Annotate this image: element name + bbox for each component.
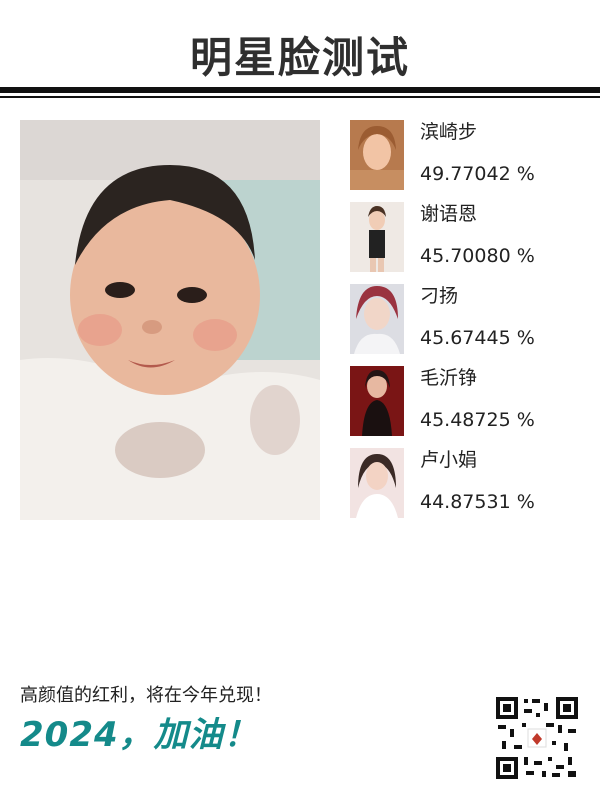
match-item[interactable]: 毛沂铮 45.48725 %	[350, 366, 580, 438]
celebrity-name: 谢语恩	[420, 203, 478, 225]
match-item[interactable]: 卢小娟 44.87531 %	[350, 448, 580, 520]
qr-code[interactable]	[494, 695, 580, 781]
celebrity-name: 卢小娟	[420, 449, 478, 471]
celebrity-thumbnail	[350, 366, 404, 436]
footer-tagline: 高颜值的红利，将在今年兑现！	[20, 685, 272, 706]
celebrity-thumbnail	[350, 202, 404, 272]
uploaded-photo	[20, 120, 320, 520]
match-item[interactable]: 滨崎步 49.77042 %	[350, 120, 580, 192]
celebrity-thumbnail	[350, 120, 404, 190]
celebrity-name: 刁扬	[420, 285, 459, 307]
celebrity-thumbnail	[350, 284, 404, 354]
header: 明星脸测试	[0, 0, 600, 100]
similarity-score: 45.70080 %	[420, 245, 535, 267]
page-title: 明星脸测试	[189, 33, 410, 82]
celebrity-name: 毛沂铮	[420, 367, 478, 389]
footer-slogan: 2024，加油！	[20, 715, 259, 755]
similarity-score: 44.87531 %	[420, 491, 535, 513]
header-divider-thin	[0, 96, 600, 98]
celebrity-thumbnail	[350, 448, 404, 518]
match-item[interactable]: 谢语恩 45.70080 %	[350, 202, 580, 274]
header-divider-thick	[0, 87, 600, 93]
similarity-score: 49.77042 %	[420, 163, 535, 185]
similarity-score: 45.67445 %	[420, 327, 535, 349]
celebrity-name: 滨崎步	[420, 121, 478, 143]
similarity-score: 45.48725 %	[420, 409, 535, 431]
match-item[interactable]: 刁扬 45.67445 %	[350, 284, 580, 356]
